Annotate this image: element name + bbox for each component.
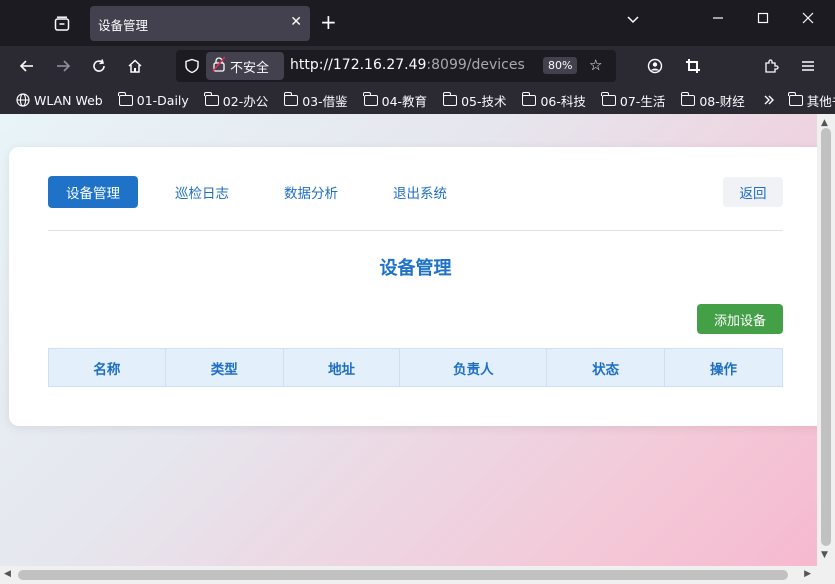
- folder-icon: [601, 91, 616, 106]
- close-tab-icon[interactable]: ✕: [290, 14, 302, 30]
- insecure-lock-icon: [212, 56, 226, 76]
- bookmark-label: 07-生活: [619, 93, 666, 109]
- browser-tab[interactable]: 设备管理 ✕: [90, 6, 310, 41]
- bookmark-label: 06-科技: [540, 93, 586, 109]
- folder-icon: [788, 91, 803, 106]
- column-header-address: 地址: [282, 348, 401, 387]
- insecure-badge[interactable]: 不安全: [206, 52, 284, 80]
- bookmark-label: 02-办公: [222, 93, 269, 109]
- url-host: http://172.16.27.49: [290, 57, 427, 73]
- column-header-status: 状态: [546, 348, 666, 387]
- scroll-right-icon[interactable]: ▶: [804, 569, 811, 579]
- folder-icon: [363, 91, 378, 106]
- page-content: 设备管理 巡检日志 数据分析 退出系统 返回 设备管理 添加设备 名称 类型 地…: [0, 114, 817, 566]
- main-card: 设备管理 巡检日志 数据分析 退出系统 返回 设备管理 添加设备 名称 类型 地…: [9, 147, 817, 426]
- new-tab-icon[interactable]: +: [320, 11, 337, 33]
- column-header-owner: 负责人: [399, 348, 548, 387]
- back-button[interactable]: 返回: [723, 177, 783, 207]
- vertical-scroll-thumb[interactable]: [821, 128, 831, 546]
- column-header-actions: 操作: [664, 348, 783, 387]
- bookmark-folder-03[interactable]: 03-借鉴: [283, 91, 348, 110]
- menu-item-logout[interactable]: 退出系统: [375, 176, 465, 208]
- devices-table: 名称 类型 地址 负责人 状态 操作: [48, 348, 783, 387]
- vertical-scrollbar[interactable]: ▲ ▼: [817, 114, 835, 566]
- shield-icon[interactable]: [184, 58, 200, 78]
- table-header-row: 名称 类型 地址 负责人 状态 操作: [48, 348, 783, 387]
- column-header-type: 类型: [164, 348, 284, 387]
- bookmark-label: 05-技术: [461, 93, 507, 109]
- bookmark-star-icon[interactable]: ☆: [589, 56, 602, 74]
- menu-item-devices[interactable]: 设备管理: [48, 176, 138, 208]
- folder-icon: [680, 91, 696, 106]
- back-arrow-icon[interactable]: [16, 55, 38, 77]
- maximize-icon[interactable]: [757, 12, 769, 28]
- bookmark-folder-05[interactable]: 05-技术: [442, 91, 507, 110]
- scrollbar-corner: [817, 566, 835, 584]
- menu-item-data-analysis[interactable]: 数据分析: [266, 176, 356, 208]
- horizontal-scrollbar[interactable]: ◀ ▶: [0, 566, 817, 584]
- account-icon[interactable]: [644, 55, 666, 77]
- crop-screenshot-icon[interactable]: [682, 55, 704, 77]
- menu-hamburger-icon[interactable]: [797, 55, 819, 77]
- url-text[interactable]: http://172.16.27.49:8099/devices: [290, 57, 525, 73]
- menu-item-inspection-log[interactable]: 巡检日志: [157, 176, 247, 208]
- page-title: 设备管理: [379, 258, 452, 279]
- scroll-down-icon[interactable]: ▼: [821, 550, 828, 560]
- bookmark-wlan-web[interactable]: WLAN Web: [16, 93, 103, 108]
- forward-arrow-icon[interactable]: [52, 55, 74, 77]
- folder-icon: [118, 91, 133, 106]
- minimize-icon[interactable]: [712, 12, 724, 28]
- bookmark-folder-08[interactable]: 08-财经: [680, 91, 745, 110]
- add-device-button[interactable]: 添加设备: [697, 304, 783, 334]
- extensions-icon[interactable]: [760, 55, 782, 77]
- folder-icon: [521, 91, 537, 106]
- tab-title: 设备管理: [98, 18, 149, 33]
- reload-icon[interactable]: [88, 55, 110, 77]
- bookmark-folder-01[interactable]: 01-Daily: [118, 91, 189, 108]
- bookmarks-toolbar: WLAN Web 01-Daily 02-办公 03-借鉴 04-教育 05-技…: [0, 86, 835, 114]
- bookmark-folder-06[interactable]: 06-科技: [521, 91, 586, 110]
- insecure-label: 不安全: [230, 60, 270, 76]
- other-bookmarks[interactable]: 其他书签: [788, 91, 835, 110]
- bookmark-folder-07[interactable]: 07-生活: [601, 91, 666, 110]
- url-bar[interactable]: 不安全 http://172.16.27.49:8099/devices 80%…: [176, 50, 616, 82]
- column-header-name: 名称: [48, 348, 166, 387]
- bookmark-label: 08-财经: [699, 93, 745, 109]
- divider: [48, 230, 783, 231]
- folder-icon: [283, 91, 299, 106]
- navigation-bar: 不安全 http://172.16.27.49:8099/devices 80%…: [0, 46, 835, 86]
- bookmark-label: 04-教育: [381, 93, 428, 109]
- scroll-left-icon[interactable]: ◀: [4, 569, 11, 579]
- bookmark-label: 01-Daily: [136, 92, 189, 108]
- folder-icon: [204, 91, 219, 106]
- scroll-up-icon[interactable]: ▲: [821, 118, 828, 128]
- close-window-icon[interactable]: [802, 12, 814, 28]
- bookmark-label: 03-借鉴: [302, 93, 348, 109]
- more-bookmarks-chevron-icon[interactable]: [763, 94, 775, 106]
- globe-icon: [16, 93, 30, 107]
- url-path: :8099/devices: [426, 57, 525, 73]
- bookmark-folder-02[interactable]: 02-办公: [204, 91, 269, 110]
- zoom-level-badge[interactable]: 80%: [543, 57, 578, 74]
- tab-list-icon[interactable]: [50, 12, 74, 36]
- top-menu: 设备管理 巡检日志 数据分析 退出系统: [48, 176, 484, 208]
- chevron-down-icon[interactable]: [626, 12, 640, 30]
- other-bookmarks-label: 其他书签: [806, 93, 835, 109]
- bookmark-label: WLAN Web: [34, 92, 103, 108]
- folder-icon: [442, 91, 458, 106]
- horizontal-scroll-thumb[interactable]: [18, 570, 788, 580]
- bookmark-folder-04[interactable]: 04-教育: [363, 91, 428, 110]
- home-icon[interactable]: [124, 55, 146, 77]
- tab-bar: 设备管理 ✕ +: [0, 0, 835, 46]
